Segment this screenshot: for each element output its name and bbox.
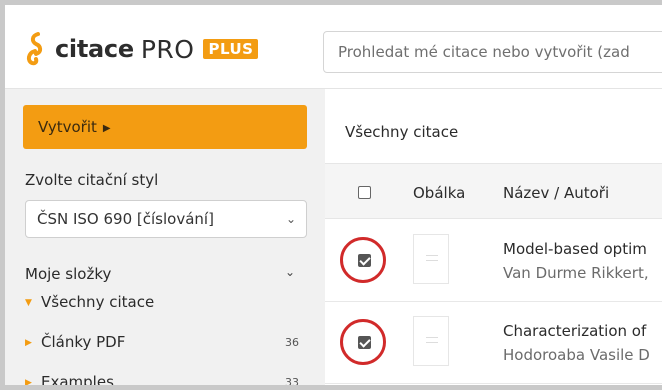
citation-style-value: ČSN ISO 690 [číslování]	[37, 210, 214, 228]
highlight-circle	[340, 237, 386, 283]
folder-item-examples[interactable]: ▶ Examples 33	[25, 373, 307, 390]
citation-authors: Van Durme Rikkert,	[503, 264, 649, 282]
caret-right-icon: ▶	[25, 378, 32, 388]
header: citace PRO PLUS Prohledat mé citace nebo…	[5, 5, 662, 89]
page-title: Všechny citace	[345, 123, 459, 141]
caret-down-icon: ▼	[25, 298, 32, 308]
logo-pro: PRO	[140, 34, 195, 64]
folder-item-pdf[interactable]: ▶ Články PDF 36	[25, 333, 307, 351]
table-header: Obálka Název / Autoři	[325, 163, 662, 219]
citation-style-select[interactable]: ČSN ISO 690 [číslování] ⌄	[25, 200, 307, 238]
chevron-down-icon[interactable]: ⌄	[285, 265, 295, 279]
app-frame: citace PRO PLUS Prohledat mé citace nebo…	[0, 0, 662, 390]
cover-placeholder	[413, 234, 449, 284]
folder-label: Články PDF	[41, 333, 126, 351]
citation-title[interactable]: Model-based optim	[503, 240, 647, 258]
caret-right-icon: ▶	[102, 123, 111, 134]
folders-title: Moje složky	[25, 265, 112, 283]
citations-panel: Všechny citace Obálka Název / Autoři Mod…	[325, 89, 662, 385]
caret-right-icon: ▶	[25, 338, 32, 348]
folder-count: 36	[285, 336, 299, 349]
citation-authors: Hodoroaba Vasile D	[503, 346, 650, 364]
column-name[interactable]: Název / Autoři	[503, 184, 609, 202]
column-cover[interactable]: Obálka	[413, 184, 465, 202]
logo-word: citace	[55, 35, 134, 63]
folder-item-all[interactable]: ▼ Všechny citace	[25, 293, 307, 311]
create-button[interactable]: Vytvořit ▶	[23, 105, 307, 149]
logo-plus-badge: PLUS	[203, 39, 259, 59]
folder-count: 33	[285, 376, 299, 389]
chevron-down-icon: ⌄	[285, 212, 296, 226]
select-all-checkbox[interactable]	[358, 186, 371, 199]
main-content: Všechny citace Obálka Název / Autoři Mod…	[325, 89, 662, 385]
logo[interactable]: citace PRO PLUS	[23, 29, 259, 69]
quote-s-logo-icon	[26, 32, 43, 66]
folder-label: Všechny citace	[41, 293, 155, 311]
highlight-circle	[340, 319, 386, 365]
create-button-label: Vytvořit	[38, 118, 97, 136]
citation-style-label: Zvolte citační styl	[25, 171, 159, 189]
citation-title[interactable]: Characterization of	[503, 322, 646, 340]
cover-placeholder	[413, 316, 449, 366]
sidebar: Vytvořit ▶ Zvolte citační styl ČSN ISO 69…	[5, 89, 325, 390]
folder-label: Examples	[41, 373, 114, 390]
search-input[interactable]: Prohledat mé citace nebo vytvořit (zad	[323, 31, 662, 73]
